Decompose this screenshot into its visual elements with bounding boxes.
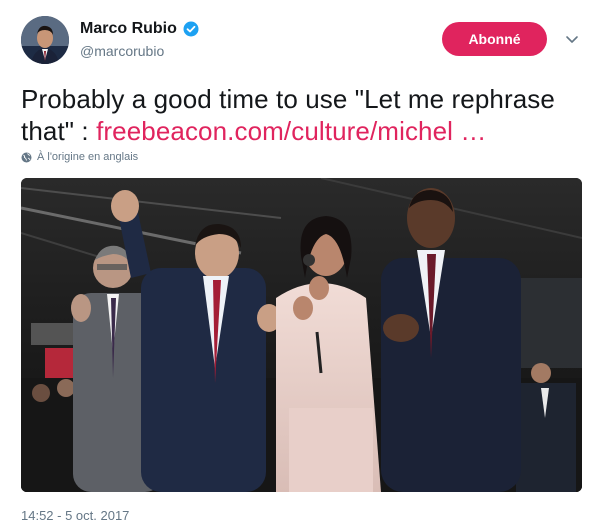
following-button[interactable]: Abonné [442,22,547,56]
globe-icon [21,152,32,163]
author-block: Marco Rubio @marcorubio [80,20,199,59]
tweet-text: Probably a good time to use "Let me reph… [21,83,591,147]
tweet-link[interactable]: freebeacon.com/culture/michel … [96,116,486,146]
tweet-photo[interactable] [21,178,582,492]
tweet-timestamp[interactable]: 14:52 - 5 oct. 2017 [21,508,129,523]
verified-badge-icon [183,21,199,37]
rally-photo [21,178,582,492]
translation-note: À l'origine en anglais [21,151,138,163]
translation-label: À l'origine en anglais [37,151,139,163]
display-name[interactable]: Marco Rubio [80,20,177,38]
user-handle[interactable]: @marcorubio [80,43,199,59]
avatar[interactable] [21,16,69,64]
chevron-down-icon[interactable] [563,33,581,47]
tweet-card: Marco Rubio @marcorubio Abonné Probably … [0,0,599,531]
